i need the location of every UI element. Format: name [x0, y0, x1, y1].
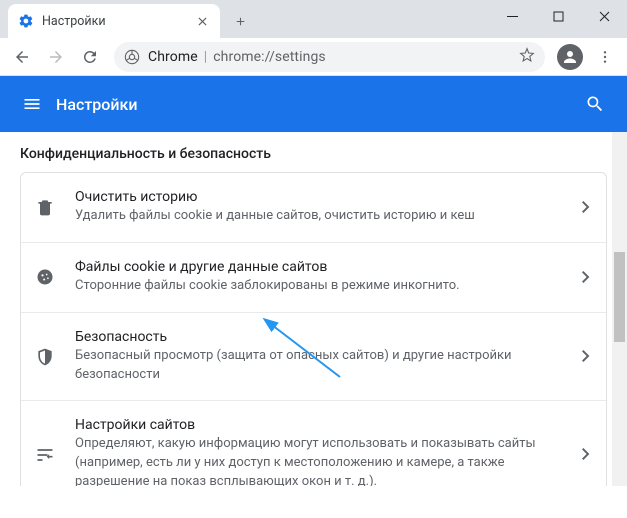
section-title: Конфиденциальность и безопасность: [0, 132, 627, 172]
new-tab-button[interactable]: [226, 7, 254, 35]
reload-button[interactable]: [74, 41, 106, 73]
trash-icon: [33, 197, 57, 217]
row-subtitle: Удалить файлы cookie и данные сайтов, оч…: [75, 207, 564, 226]
cookie-icon: [33, 267, 57, 287]
row-title: Безопасность: [75, 329, 564, 345]
chrome-icon: [124, 49, 140, 65]
settings-content: Конфиденциальность и безопасность Очисти…: [0, 132, 627, 486]
settings-title: Настройки: [56, 95, 137, 114]
settings-header: Настройки: [0, 76, 627, 132]
search-button[interactable]: [575, 84, 615, 124]
row-site-settings[interactable]: Настройки сайтов Определяют, какую инфор…: [21, 401, 606, 486]
window-titlebar: [489, 0, 627, 32]
row-title: Файлы cookie и другие данные сайтов: [75, 259, 564, 275]
window-minimize-button[interactable]: [489, 0, 535, 32]
window-close-button[interactable]: [581, 0, 627, 32]
shield-icon: [33, 347, 57, 367]
sliders-icon: [33, 445, 57, 465]
chevron-right-icon: [582, 198, 590, 217]
row-security[interactable]: Безопасность Безопасный просмотр (защита…: [21, 313, 606, 402]
chevron-right-icon: [582, 347, 590, 366]
row-clear-browsing-data[interactable]: Очистить историю Удалить файлы cookie и …: [21, 173, 606, 243]
window-maximize-button[interactable]: [535, 0, 581, 32]
browser-toolbar: Chrome|chrome://settings: [0, 38, 627, 76]
row-title: Настройки сайтов: [75, 417, 564, 433]
forward-button[interactable]: [40, 41, 72, 73]
url-text: Chrome|chrome://settings: [148, 49, 326, 65]
address-bar[interactable]: Chrome|chrome://settings: [114, 42, 545, 72]
bookmark-star-icon[interactable]: [519, 47, 535, 67]
row-subtitle: Безопасный просмотр (защита от опасных с…: [75, 347, 564, 385]
row-subtitle: Определяют, какую информацию могут испол…: [75, 435, 564, 486]
back-button[interactable]: [6, 41, 38, 73]
scrollbar-thumb[interactable]: [614, 252, 625, 342]
profile-avatar[interactable]: [557, 44, 583, 70]
gear-icon: [18, 13, 34, 29]
row-cookies[interactable]: Файлы cookie и другие данные сайтов Стор…: [21, 243, 606, 313]
close-tab-icon[interactable]: [194, 13, 210, 29]
row-subtitle: Сторонние файлы cookie заблокированы в р…: [75, 277, 564, 296]
chevron-right-icon: [582, 268, 590, 287]
row-title: Очистить историю: [75, 189, 564, 205]
settings-card: Очистить историю Удалить файлы cookie и …: [20, 172, 607, 486]
hamburger-menu-button[interactable]: [12, 84, 52, 124]
scrollbar-track[interactable]: [612, 132, 627, 486]
kebab-menu-button[interactable]: [589, 41, 621, 73]
chevron-right-icon: [582, 445, 590, 464]
browser-tab[interactable]: Настройки: [8, 4, 220, 38]
tab-title: Настройки: [42, 14, 186, 29]
